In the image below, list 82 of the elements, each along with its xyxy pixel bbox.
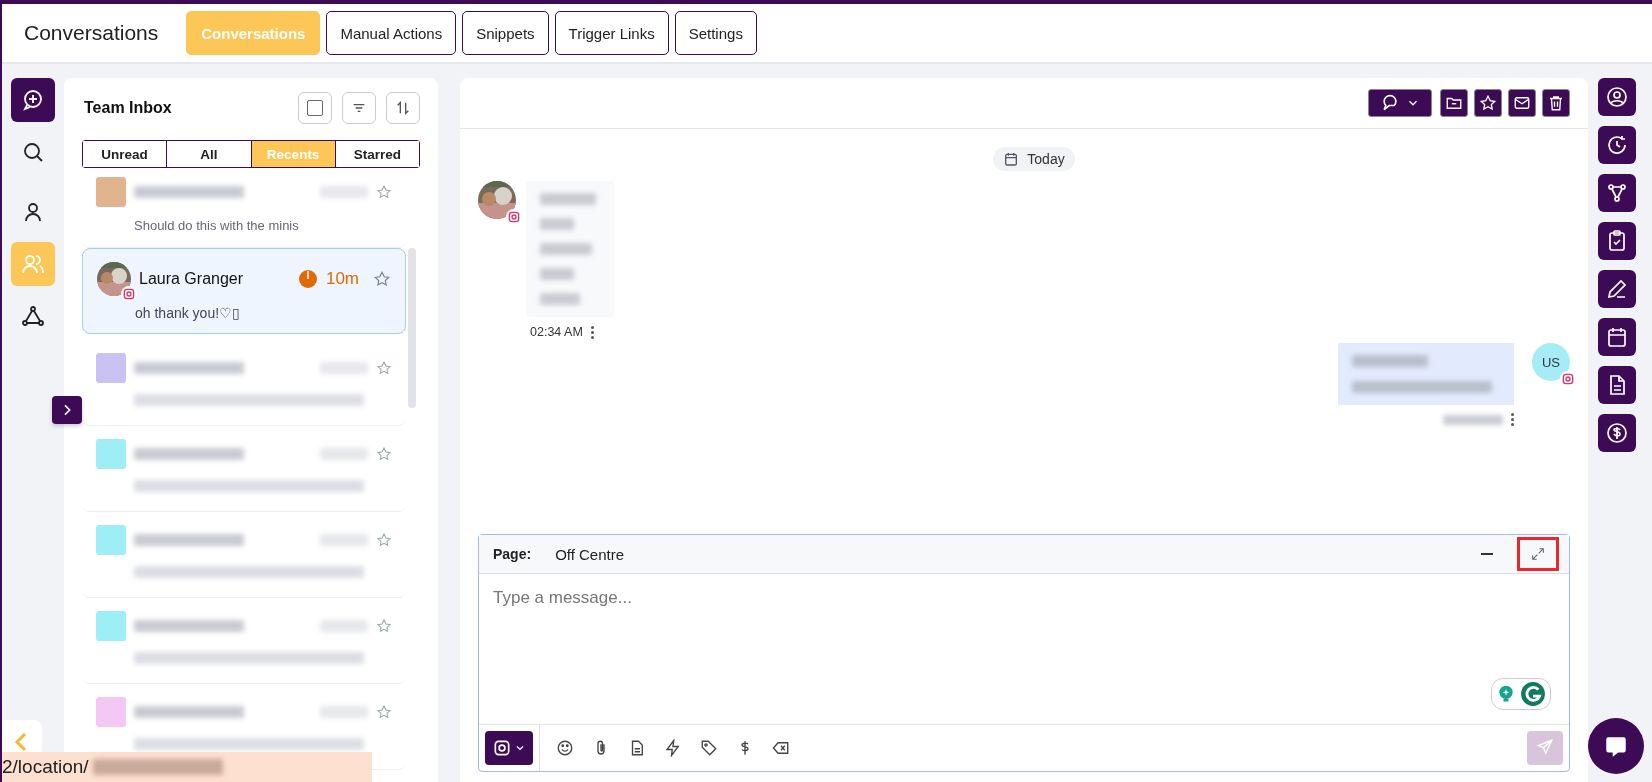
nav-tab[interactable]: Trigger Links <box>554 11 669 55</box>
sort-button[interactable] <box>386 92 420 124</box>
message-preview: oh thank you!♡▯ <box>135 305 242 321</box>
clock-button[interactable] <box>1598 126 1636 164</box>
clear-icon[interactable] <box>772 739 790 757</box>
user-avatar: US <box>1532 343 1570 381</box>
lightbulb-icon <box>1496 684 1516 704</box>
chat-bubble-icon <box>1380 93 1400 113</box>
mail-button[interactable] <box>1508 89 1536 117</box>
conversation-item[interactable]: Should do this with the minis <box>82 176 406 248</box>
checkbox[interactable] <box>307 100 323 116</box>
send-icon <box>1536 737 1554 756</box>
pen-button[interactable] <box>1598 270 1636 308</box>
more-icon[interactable] <box>1511 413 1514 426</box>
sort-icon <box>395 100 411 116</box>
star-icon[interactable] <box>376 704 392 720</box>
star-icon[interactable] <box>376 618 392 634</box>
message-time: 02:34 AM <box>530 325 583 339</box>
wait-time: 10m <box>325 269 359 289</box>
blurred-text <box>1443 414 1503 425</box>
tag-icon[interactable] <box>700 739 718 757</box>
document-button[interactable] <box>1598 366 1636 404</box>
scrollbar[interactable] <box>408 248 416 408</box>
nav-tab[interactable]: Settings <box>674 11 757 55</box>
nodes-icon <box>1605 181 1629 205</box>
assign-button[interactable] <box>1368 89 1432 117</box>
star-icon <box>1479 94 1497 112</box>
message-composer[interactable]: Page: Off Centre Type a message... <box>478 534 1570 772</box>
calendar-icon <box>1003 151 1020 167</box>
select-all-button[interactable] <box>298 92 332 124</box>
expand-icon[interactable] <box>1530 546 1546 562</box>
message-preview: Should do this with the minis <box>134 218 300 233</box>
more-icon[interactable] <box>590 325 594 339</box>
star-icon[interactable] <box>376 360 392 376</box>
nodes-button[interactable] <box>1598 174 1636 212</box>
folder-button[interactable] <box>1440 89 1468 117</box>
star-button[interactable] <box>1474 89 1502 117</box>
lightning-icon[interactable] <box>664 739 682 757</box>
expand-sidebar-button[interactable] <box>52 396 82 424</box>
mail-icon <box>1513 94 1531 112</box>
clock-icon <box>1605 133 1629 157</box>
dollar-icon <box>1605 421 1629 445</box>
url-text: 2/location/ <box>2 756 89 778</box>
instagram-icon <box>492 738 512 758</box>
instagram-icon <box>506 209 522 225</box>
page-name: Off Centre <box>555 545 625 563</box>
filter-button[interactable] <box>342 92 376 124</box>
page-title: Conversations <box>24 21 159 45</box>
chat-widget-button[interactable] <box>1588 718 1644 774</box>
star-icon[interactable] <box>376 532 392 548</box>
trash-button[interactable] <box>1542 89 1570 117</box>
pen-icon <box>1605 277 1629 301</box>
triangle-nodes-icon <box>21 304 45 328</box>
nav-tab[interactable]: Manual Actions <box>326 11 457 55</box>
contact-name: Laura Granger <box>139 270 244 288</box>
instagram-icon <box>1560 371 1576 387</box>
chat-plus-icon <box>21 88 45 112</box>
page-label: Page: <box>493 546 532 562</box>
star-icon[interactable] <box>376 446 392 462</box>
date-text: Today <box>1027 151 1065 167</box>
profile-button[interactable] <box>1598 78 1636 116</box>
inbox-title: Team Inbox <box>84 99 172 117</box>
clipboard-button[interactable] <box>1598 222 1636 260</box>
filter-tab[interactable]: Unread <box>83 141 168 167</box>
nav-tab[interactable]: Snippets <box>462 11 549 55</box>
channel-dropdown[interactable] <box>485 731 533 765</box>
calendar-icon <box>1605 325 1629 349</box>
profile-icon <box>1605 85 1629 109</box>
star-icon[interactable] <box>373 270 391 288</box>
dollar-button[interactable] <box>1598 414 1636 452</box>
trash-icon <box>1547 94 1565 112</box>
conversation-item[interactable]: Laura Granger 10m oh thank you!♡▯ <box>82 248 406 334</box>
people-icon <box>21 252 45 276</box>
grammar-logo-icon <box>1520 681 1546 707</box>
search-icon <box>21 140 45 164</box>
instagram-icon <box>121 286 137 302</box>
new-message-button[interactable] <box>11 78 55 122</box>
grammar-widget[interactable] <box>1491 678 1551 710</box>
calendar-button[interactable] <box>1598 318 1636 356</box>
star-icon[interactable] <box>376 184 392 200</box>
timer-icon <box>297 269 318 289</box>
emoji-icon[interactable] <box>556 739 574 757</box>
